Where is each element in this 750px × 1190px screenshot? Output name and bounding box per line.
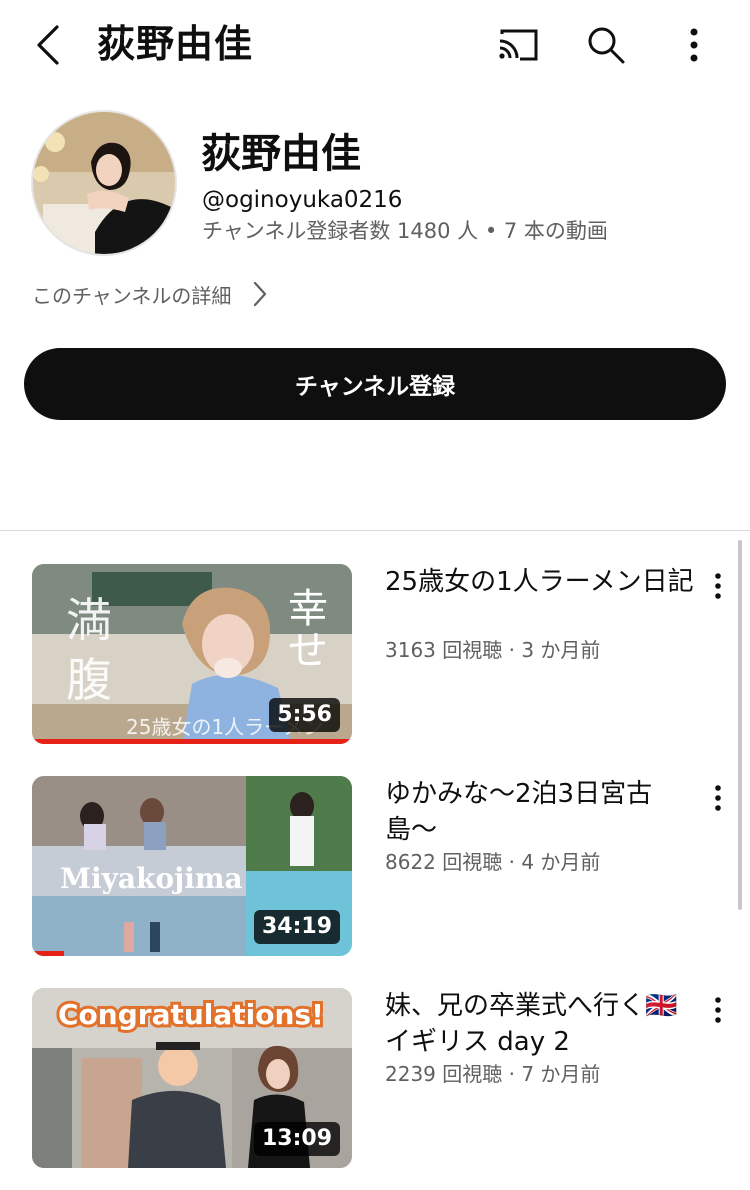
video-more-button[interactable] [700,990,736,1030]
thumb-label: Congratulations! [58,998,324,1031]
svg-text:せ: せ [288,628,328,674]
search-icon [588,27,625,64]
search-button[interactable] [582,22,630,68]
svg-text:腹: 腹 [66,653,112,707]
watch-progress-bar [32,951,64,956]
top-app-bar: 荻野由佳 [0,0,750,92]
channel-details-label: このチャンネルの詳細 [32,283,232,308]
back-button[interactable] [28,22,68,68]
video-title[interactable]: ゆかみな〜2泊3日宮古島〜 [385,776,695,848]
video-thumbnail[interactable]: Congratulations! 13:09 [32,988,352,1168]
channel-stats: チャンネル登録者数 1480 人 • 7 本の動画 [202,219,608,243]
thumb-text-right: 幸 [288,586,328,632]
video-meta: 8622 回視聴 · 4 か月前 [385,850,601,874]
section-divider [0,530,750,531]
video-meta: 3163 回視聴 · 3 か月前 [385,638,601,662]
more-vert-icon [715,997,721,1023]
video-more-button[interactable] [700,778,736,818]
more-vert-icon [715,573,721,599]
channel-details-link[interactable]: このチャンネルの詳細 [32,278,267,310]
more-vert-icon [715,785,721,811]
channel-avatar[interactable] [31,110,177,256]
video-thumbnail[interactable]: 満 腹 幸 せ 25歳女の1人ラーメン 5:56 [32,564,352,744]
back-icon [37,25,59,65]
video-title[interactable]: 25歳女の1人ラーメン日記 [385,564,695,600]
video-item[interactable]: 満 腹 幸 せ 25歳女の1人ラーメン 5:56 25歳女の1人ラーメン日記 3… [0,564,750,746]
page-title: 荻野由佳 [97,22,254,66]
duration-badge: 34:19 [253,910,340,944]
cast-button[interactable] [494,22,542,68]
channel-handle: @oginoyuka0216 [202,187,403,213]
video-more-button[interactable] [700,566,736,606]
chevron-right-icon [253,281,267,307]
more-options-button[interactable] [670,22,718,68]
cast-icon [499,29,538,61]
more-vert-icon [690,28,698,62]
video-item[interactable]: Miyakojima 34:19 ゆかみな〜2泊3日宮古島〜 8622 回視聴 … [0,776,750,958]
subscribe-button[interactable]: チャンネル登録 [24,348,726,420]
video-meta: 2239 回視聴 · 7 か月前 [385,1062,601,1086]
video-item[interactable]: Congratulations! 13:09 妹、兄の卒業式へ行く🇬🇧イギリス … [0,988,750,1170]
duration-badge: 13:09 [253,1122,340,1156]
duration-badge: 5:56 [269,698,340,732]
channel-name: 荻野由佳 [201,131,361,177]
video-title[interactable]: 妹、兄の卒業式へ行く🇬🇧イギリス day 2 [385,988,695,1060]
watch-progress-bar [32,739,352,744]
thumb-text-left: 満 [66,593,112,647]
thumb-label: Miyakojima [60,862,243,895]
video-thumbnail[interactable]: Miyakojima 34:19 [32,776,352,956]
